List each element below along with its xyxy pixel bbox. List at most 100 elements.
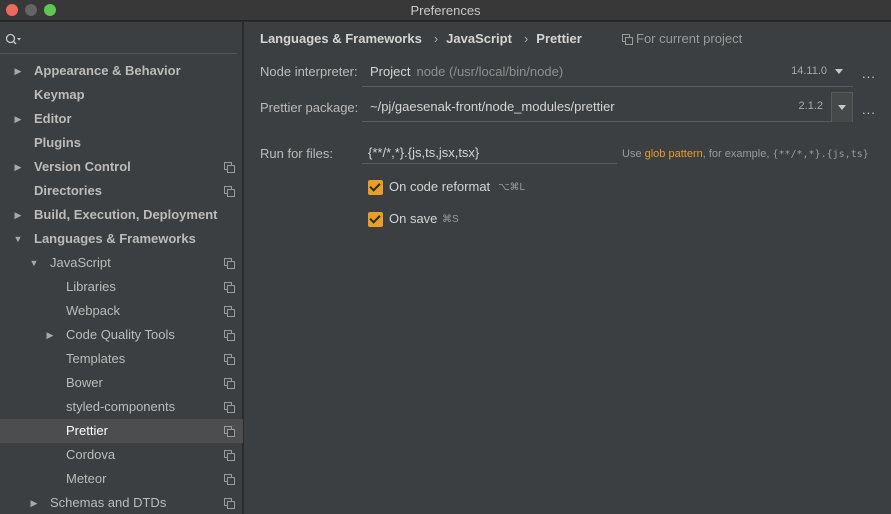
node-interpreter-path: node (/usr/local/bin/node) [416, 64, 564, 79]
expand-arrow-icon[interactable]: ▶ [29, 491, 39, 514]
tree-item-label: Plugins [34, 135, 81, 150]
collapse-arrow-icon[interactable]: ▼ [13, 227, 23, 251]
tree-item-schemas-dtds[interactable]: ▶ Schemas and DTDs [0, 491, 243, 514]
project-scope-icon [224, 402, 235, 413]
tree-item-keymap[interactable]: Keymap [0, 83, 243, 107]
tree-item-label: Webpack [66, 303, 120, 318]
tree-item-label: Bower [66, 375, 103, 390]
tree-item-templates[interactable]: Templates [0, 347, 243, 371]
prettier-package-dropdown[interactable] [831, 92, 853, 122]
tree-item-label: Version Control [34, 159, 131, 174]
project-scope-icon [224, 330, 235, 341]
tree-item-appearance-behavior[interactable]: ▶ Appearance & Behavior [0, 59, 243, 83]
tree-item-label: Languages & Frameworks [34, 231, 196, 246]
breadcrumb-item: Prettier [536, 31, 582, 46]
node-interpreter-more-button[interactable]: ... [862, 66, 876, 81]
project-scope-icon [224, 306, 235, 317]
node-interpreter-label: Node interpreter: [260, 64, 358, 79]
project-scope-icon [224, 354, 235, 365]
tree-item-label: Templates [66, 351, 126, 366]
tree-item-label: Build, Execution, Deployment [34, 207, 218, 222]
expand-arrow-icon[interactable]: ▶ [45, 323, 55, 347]
tree-item-label: Keymap [34, 87, 85, 102]
checkbox-checked-icon[interactable] [368, 180, 383, 195]
prettier-package-select[interactable]: ~/pj/gaesenak-front/node_modules/prettie… [362, 92, 853, 122]
glob-hint-middle: , for example, [702, 148, 770, 160]
node-interpreter-select[interactable]: Project node (/usr/local/bin/node) 14.11.… [362, 57, 853, 87]
collapse-arrow-icon[interactable]: ▼ [29, 251, 39, 275]
tree-item-languages-frameworks[interactable]: ▼ Languages & Frameworks [0, 227, 243, 251]
tree-item-label: Schemas and DTDs [50, 495, 167, 510]
expand-arrow-icon[interactable]: ▶ [13, 155, 23, 179]
project-scope-icon [224, 186, 235, 197]
breadcrumb-item[interactable]: JavaScript [446, 30, 512, 48]
breadcrumb-separator: › [523, 31, 529, 46]
settings-content: Languages & Frameworks › JavaScript › Pretti… [244, 22, 891, 514]
on-code-reformat-shortcut: ⌥⌘L [498, 182, 526, 193]
tree-item-prettier[interactable]: Prettier [0, 419, 243, 443]
expand-arrow-icon[interactable]: ▶ [13, 59, 23, 83]
chevron-down-icon[interactable] [835, 69, 843, 74]
scope-label: For current project [636, 31, 743, 46]
project-scope-icon [224, 258, 235, 269]
tree-item-bower[interactable]: Bower [0, 371, 243, 395]
project-scope-icon [224, 450, 235, 461]
run-for-files-value: {**/*,*}.{js,ts,jsx,tsx} [368, 145, 480, 160]
breadcrumb-item[interactable]: Languages & Frameworks [260, 30, 422, 48]
on-code-reformat-checkbox[interactable]: On code reformat ⌥⌘L [368, 179, 568, 197]
project-scope-icon [224, 378, 235, 389]
on-save-label: On save [389, 211, 438, 226]
prettier-version: 2.1.2 [798, 100, 823, 112]
tree-item-styled-components[interactable]: styled-components [0, 395, 243, 419]
tree-item-label: styled-components [66, 399, 176, 414]
tree-item-libraries[interactable]: Libraries [0, 275, 243, 299]
tree-item-version-control[interactable]: ▶ Version Control [0, 155, 243, 179]
on-save-checkbox[interactable]: On save ⌘S [368, 211, 488, 229]
settings-tree: ▶ Appearance & Behavior Keymap ▶ Editor … [0, 59, 243, 514]
tree-item-meteor[interactable]: Meteor [0, 467, 243, 491]
tree-item-label: Libraries [66, 279, 116, 294]
tree-item-label: Code Quality Tools [66, 327, 175, 342]
tree-item-code-quality-tools[interactable]: ▶ Code Quality Tools [0, 323, 243, 347]
prettier-package-more-button[interactable]: ... [862, 102, 876, 117]
tree-item-label: Directories [34, 183, 102, 198]
tree-item-label: Cordova [66, 447, 116, 462]
project-scope-icon [622, 34, 633, 45]
glob-hint-prefix: Use [622, 148, 642, 160]
glob-pattern-link[interactable]: glob pattern [645, 148, 703, 160]
tree-item-cordova[interactable]: Cordova [0, 443, 243, 467]
tree-item-directories[interactable]: Directories [0, 179, 243, 203]
prettier-package-label: Prettier package: [260, 100, 359, 115]
on-save-shortcut: ⌘S [442, 214, 459, 225]
settings-sidebar: ▶ Appearance & Behavior Keymap ▶ Editor … [0, 22, 243, 514]
glob-hint-example: {**/*,*}.{js,ts} [772, 149, 869, 160]
node-interpreter-value: Project [370, 64, 411, 79]
search-icon[interactable] [5, 33, 21, 47]
on-code-reformat-label: On code reformat [389, 179, 491, 194]
project-scope-icon [224, 162, 235, 173]
tree-item-javascript[interactable]: ▼ JavaScript [0, 251, 243, 275]
tree-item-label: Editor [34, 111, 72, 126]
prettier-package-value: ~/pj/gaesenak-front/node_modules/prettie… [370, 99, 615, 114]
tree-item-webpack[interactable]: Webpack [0, 299, 243, 323]
project-scope-icon [224, 474, 235, 485]
checkbox-checked-icon[interactable] [368, 212, 383, 227]
tree-item-build-execution-deployment[interactable]: ▶ Build, Execution, Deployment [0, 203, 243, 227]
scope-indicator: For current project [622, 30, 742, 48]
settings-search-input[interactable] [0, 28, 237, 54]
run-for-files-label: Run for files: [260, 146, 333, 161]
window-title: Preferences [410, 3, 481, 18]
tree-item-editor[interactable]: ▶ Editor [0, 107, 243, 131]
run-for-files-input[interactable]: {**/*,*}.{js,ts,jsx,tsx} [362, 142, 617, 164]
tree-item-label: Prettier [66, 423, 108, 438]
tree-item-plugins[interactable]: Plugins [0, 131, 243, 155]
project-scope-icon [224, 282, 235, 293]
project-scope-icon [224, 498, 235, 509]
tree-item-label: JavaScript [50, 255, 111, 270]
expand-arrow-icon[interactable]: ▶ [13, 107, 23, 131]
tree-item-label: Appearance & Behavior [34, 63, 181, 78]
expand-arrow-icon[interactable]: ▶ [13, 203, 23, 227]
glob-hint: Use glob pattern, for example, {**/*,*}.… [622, 148, 869, 160]
chevron-down-icon[interactable] [838, 105, 846, 110]
breadcrumb-separator: › [433, 31, 439, 46]
